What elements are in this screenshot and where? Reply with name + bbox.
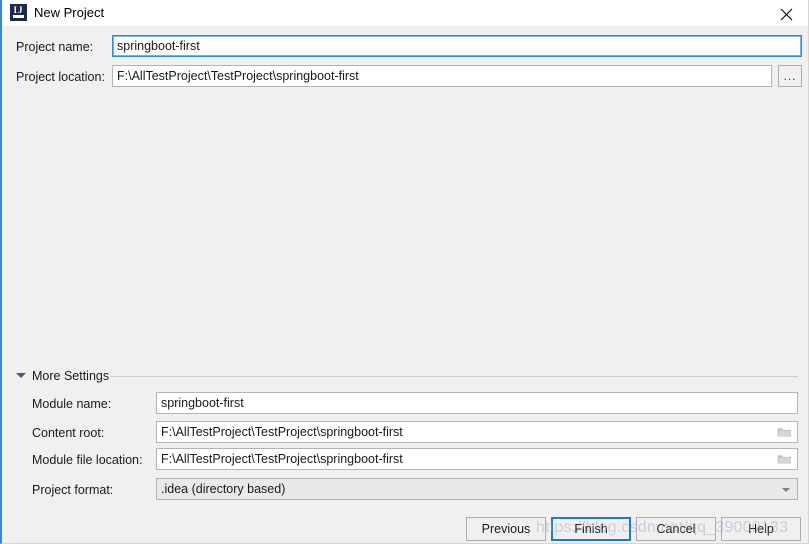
close-button[interactable]	[764, 0, 808, 26]
module-file-location-value: F:\AllTestProject\TestProject\springboot…	[161, 452, 403, 466]
module-file-location-label: Module file location:	[32, 453, 143, 467]
project-format-value: .idea (directory based)	[161, 482, 286, 496]
project-location-label: Project location:	[16, 70, 105, 84]
module-name-label: Module name:	[32, 397, 112, 411]
module-file-location-input[interactable]: F:\AllTestProject\TestProject\springboot…	[156, 448, 798, 470]
ellipsis-icon: ...	[783, 69, 797, 83]
content-root-label: Content root:	[32, 426, 105, 440]
intellij-idea-icon: IJ	[10, 4, 27, 21]
project-name-label: Project name:	[16, 40, 94, 54]
help-button[interactable]: Help	[721, 517, 801, 541]
project-name-input[interactable]: springboot-first	[112, 35, 802, 57]
previous-button[interactable]: Previous	[466, 517, 546, 541]
project-format-select[interactable]: .idea (directory based)	[156, 478, 798, 500]
title-bar: IJ New Project	[2, 0, 808, 26]
chevron-down-icon	[782, 488, 790, 492]
app-icon-bar	[13, 15, 24, 18]
finish-button[interactable]: Finish	[551, 517, 631, 541]
close-icon	[780, 8, 793, 21]
more-settings-label: More Settings	[32, 369, 110, 383]
project-location-browse-button[interactable]: ...	[778, 65, 802, 87]
new-project-dialog: IJ New Project Project name: springboot-…	[0, 0, 809, 544]
project-location-input[interactable]: F:\AllTestProject\TestProject\springboot…	[112, 65, 772, 87]
content-root-input[interactable]: F:\AllTestProject\TestProject\springboot…	[156, 421, 798, 443]
folder-icon[interactable]	[777, 453, 792, 465]
project-format-label: Project format:	[32, 483, 114, 497]
module-name-input[interactable]: springboot-first	[156, 392, 798, 414]
app-icon-letters: IJ	[13, 5, 24, 15]
more-settings-separator	[110, 376, 798, 377]
folder-icon[interactable]	[777, 426, 792, 438]
content-root-value: F:\AllTestProject\TestProject\springboot…	[161, 425, 403, 439]
triangle-down-icon	[16, 373, 26, 378]
cancel-button[interactable]: Cancel	[636, 517, 716, 541]
dialog-title: New Project	[34, 5, 105, 20]
